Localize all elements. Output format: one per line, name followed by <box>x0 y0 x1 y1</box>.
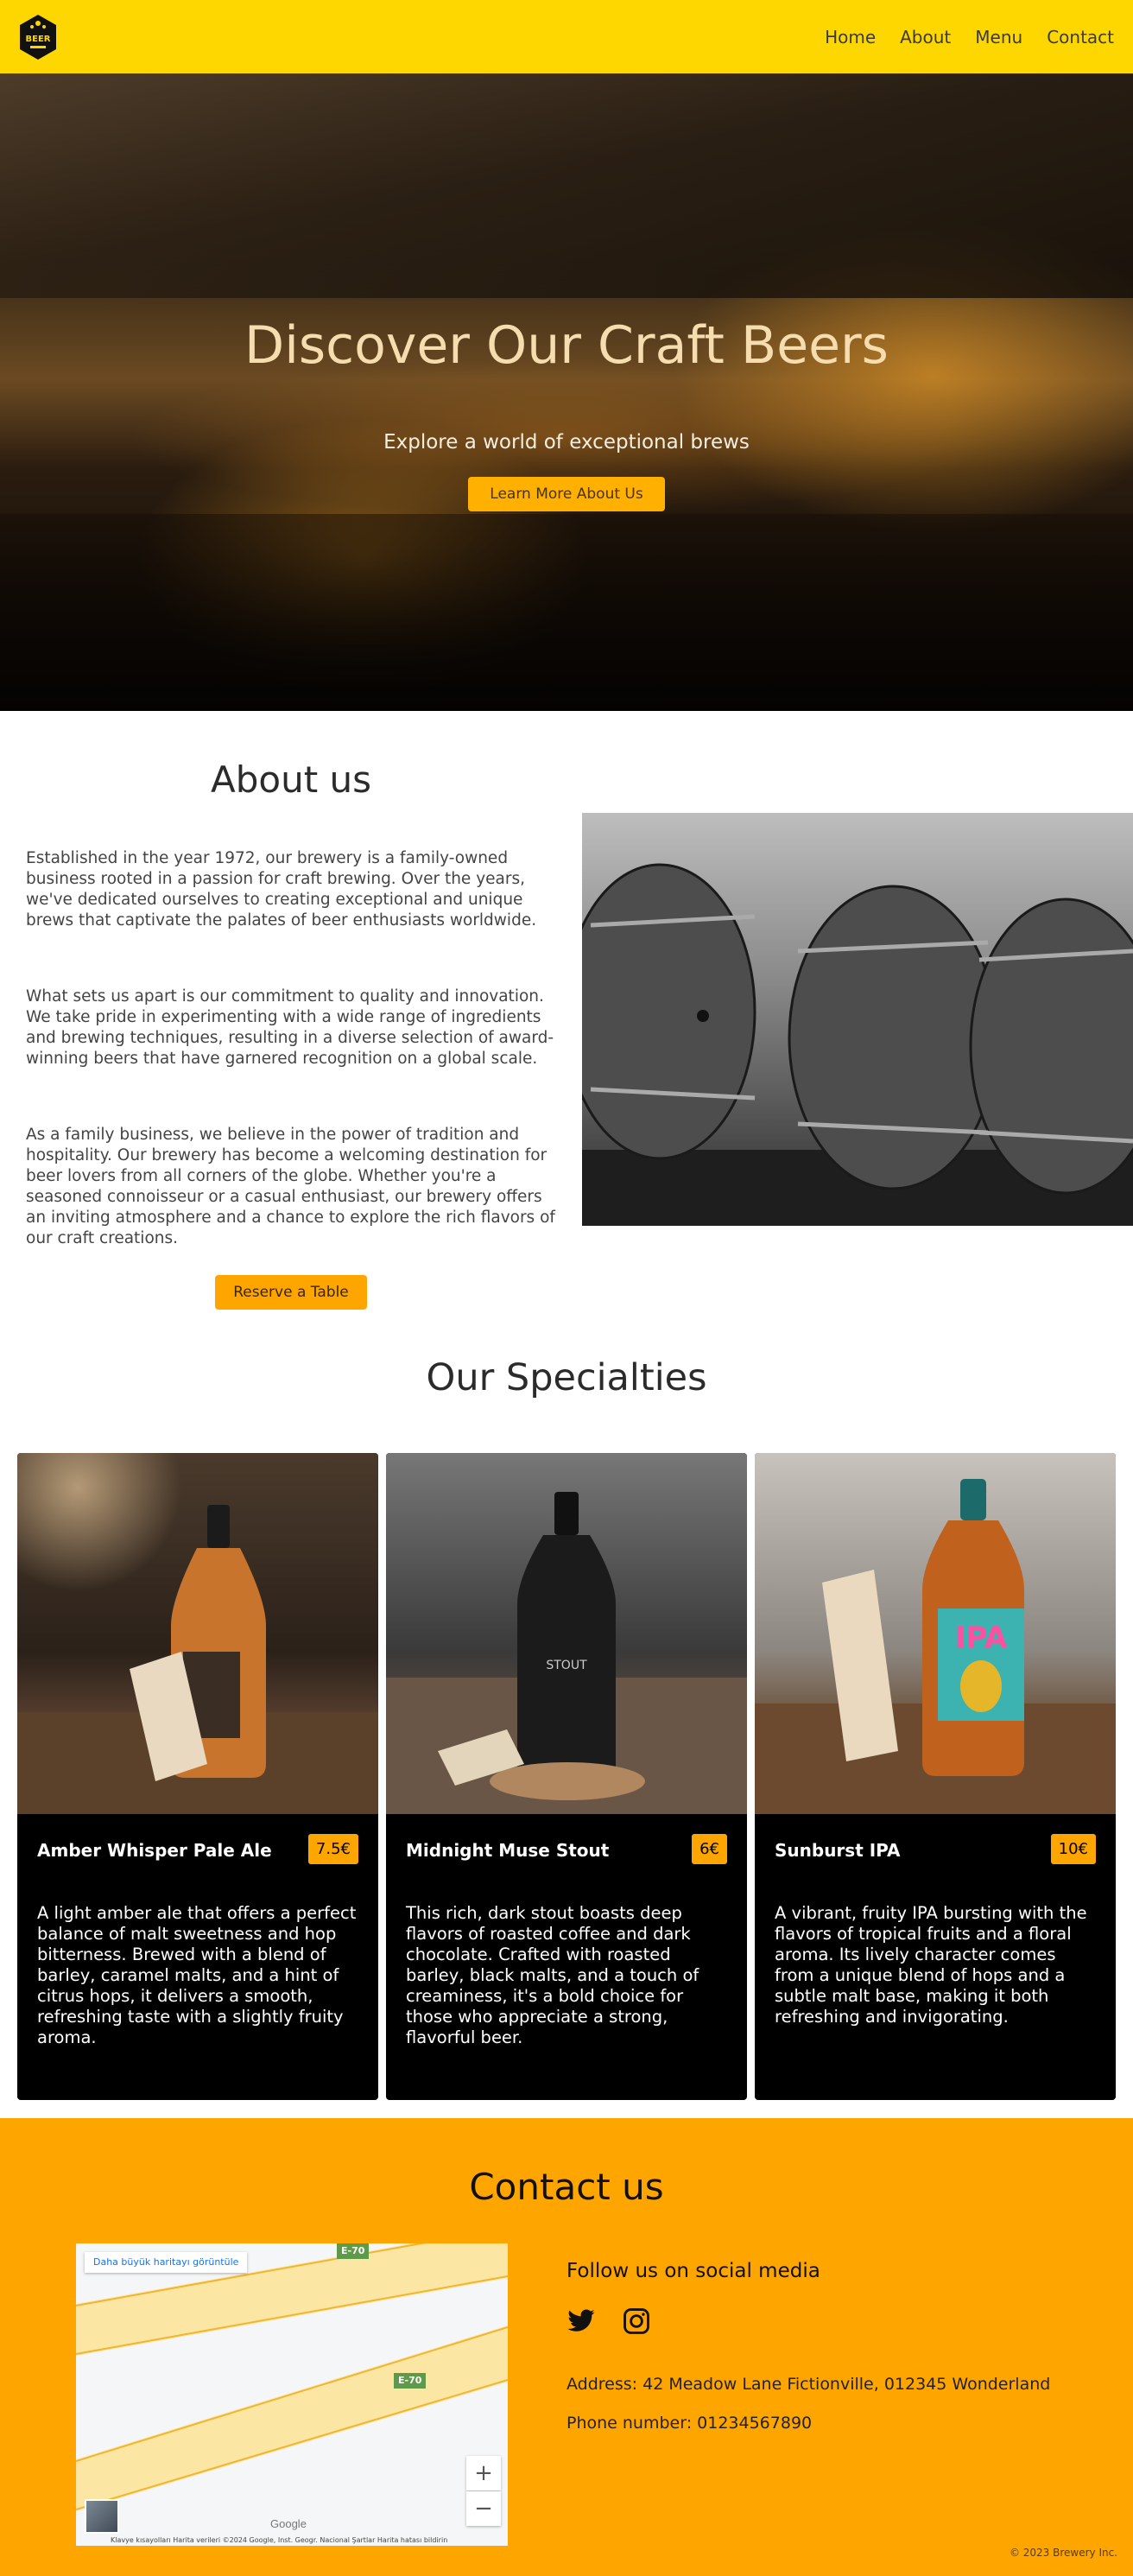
specialty-name: Amber Whisper Pale Ale <box>37 1840 272 1861</box>
view-larger-map-link[interactable]: Daha büyük haritayı görüntüle <box>85 2252 248 2273</box>
hero-subtitle: Explore a world of exceptional brews <box>383 431 750 454</box>
hero-background-image <box>0 73 1133 298</box>
road-label: E-70 <box>394 2373 427 2389</box>
ipa-bottle-label: IPA <box>955 1621 1008 1655</box>
price-badge: 7.5€ <box>307 1834 358 1864</box>
hero-section: Discover Our Craft Beers Explore a world… <box>0 73 1133 711</box>
about-paragraph-1: Established in the year 1972, our brewer… <box>26 849 537 930</box>
top-navbar: BEER Home About Menu Contact <box>0 0 1133 73</box>
stout-bottle-label: STOUT <box>546 1659 587 1672</box>
nav-link-menu[interactable]: Menu <box>975 27 1022 48</box>
nav-link-home[interactable]: Home <box>825 27 876 48</box>
contact-phone: Phone number: 01234567890 <box>566 2414 813 2433</box>
map-attribution[interactable]: Klavye kısayolları Harita verileri ©2024… <box>111 2536 447 2544</box>
zoom-out-button[interactable]: − <box>466 2491 501 2526</box>
learn-more-button[interactable]: Learn More About Us <box>468 477 665 511</box>
about-title: About us <box>210 758 372 801</box>
ipa-image: IPA <box>755 1453 1116 1814</box>
copyright: © 2023 Brewery Inc. <box>1009 2547 1117 2559</box>
specialty-card-1[interactable]: Amber Whisper Pale Ale 7.5€ A light ambe… <box>17 1453 378 2100</box>
nav-link-about[interactable]: About <box>900 27 951 48</box>
follow-heading: Follow us on social media <box>566 2260 820 2282</box>
logo-text: BEER <box>26 35 51 44</box>
specialty-name: Midnight Muse Stout <box>406 1840 610 1861</box>
contact-title: Contact us <box>469 2166 664 2208</box>
instagram-icon[interactable] <box>622 2306 651 2336</box>
specialties-title: Our Specialties <box>426 1356 707 1399</box>
brewery-logo[interactable]: BEER <box>17 13 59 61</box>
stout-image: STOUT <box>386 1453 747 1814</box>
specialty-name: Sunburst IPA <box>775 1840 901 1861</box>
about-paragraph-3: As a family business, we believe in the … <box>26 1126 555 1247</box>
contact-section: Contact us Daha büyük haritayı görüntüle… <box>0 2118 1133 2576</box>
about-paragraph-2: What sets us apart is our commitment to … <box>26 987 554 1068</box>
hero-title: Discover Our Craft Beers <box>244 315 889 376</box>
nav-links: Home About Menu Contact <box>825 27 1114 48</box>
reserve-table-button[interactable]: Reserve a Table <box>215 1275 367 1310</box>
nav-link-contact[interactable]: Contact <box>1047 27 1114 48</box>
specialty-card-3[interactable]: IPA Sunburst IPA 10€ A vibrant, fruity I… <box>755 1453 1116 2100</box>
price-badge: 10€ <box>1050 1834 1096 1864</box>
hero-bar-counter <box>0 514 1133 711</box>
specialty-description: A vibrant, fruity IPA bursting with the … <box>775 1903 1087 2027</box>
zoom-in-button[interactable]: + <box>466 2456 501 2490</box>
contact-address: Address: 42 Meadow Lane Fictionville, 01… <box>566 2375 1051 2394</box>
specialty-description: A light amber ale that offers a perfect … <box>37 1903 357 2047</box>
specialty-description: This rich, dark stout boasts deep flavor… <box>406 1903 699 2047</box>
specialty-card-2[interactable]: STOUT Midnight Muse Stout 6€ This rich, … <box>386 1453 747 2100</box>
twitter-icon[interactable] <box>566 2306 596 2336</box>
road-label: E-70 <box>337 2243 370 2259</box>
embedded-map[interactable]: Daha büyük haritayı görüntüle E-70 E-70 … <box>76 2243 508 2546</box>
google-logo: Google <box>270 2517 307 2530</box>
price-badge: 6€ <box>692 1834 727 1864</box>
satellite-toggle[interactable] <box>85 2499 119 2534</box>
amber-ale-image <box>17 1453 378 1814</box>
barrels-image <box>582 813 1133 1226</box>
